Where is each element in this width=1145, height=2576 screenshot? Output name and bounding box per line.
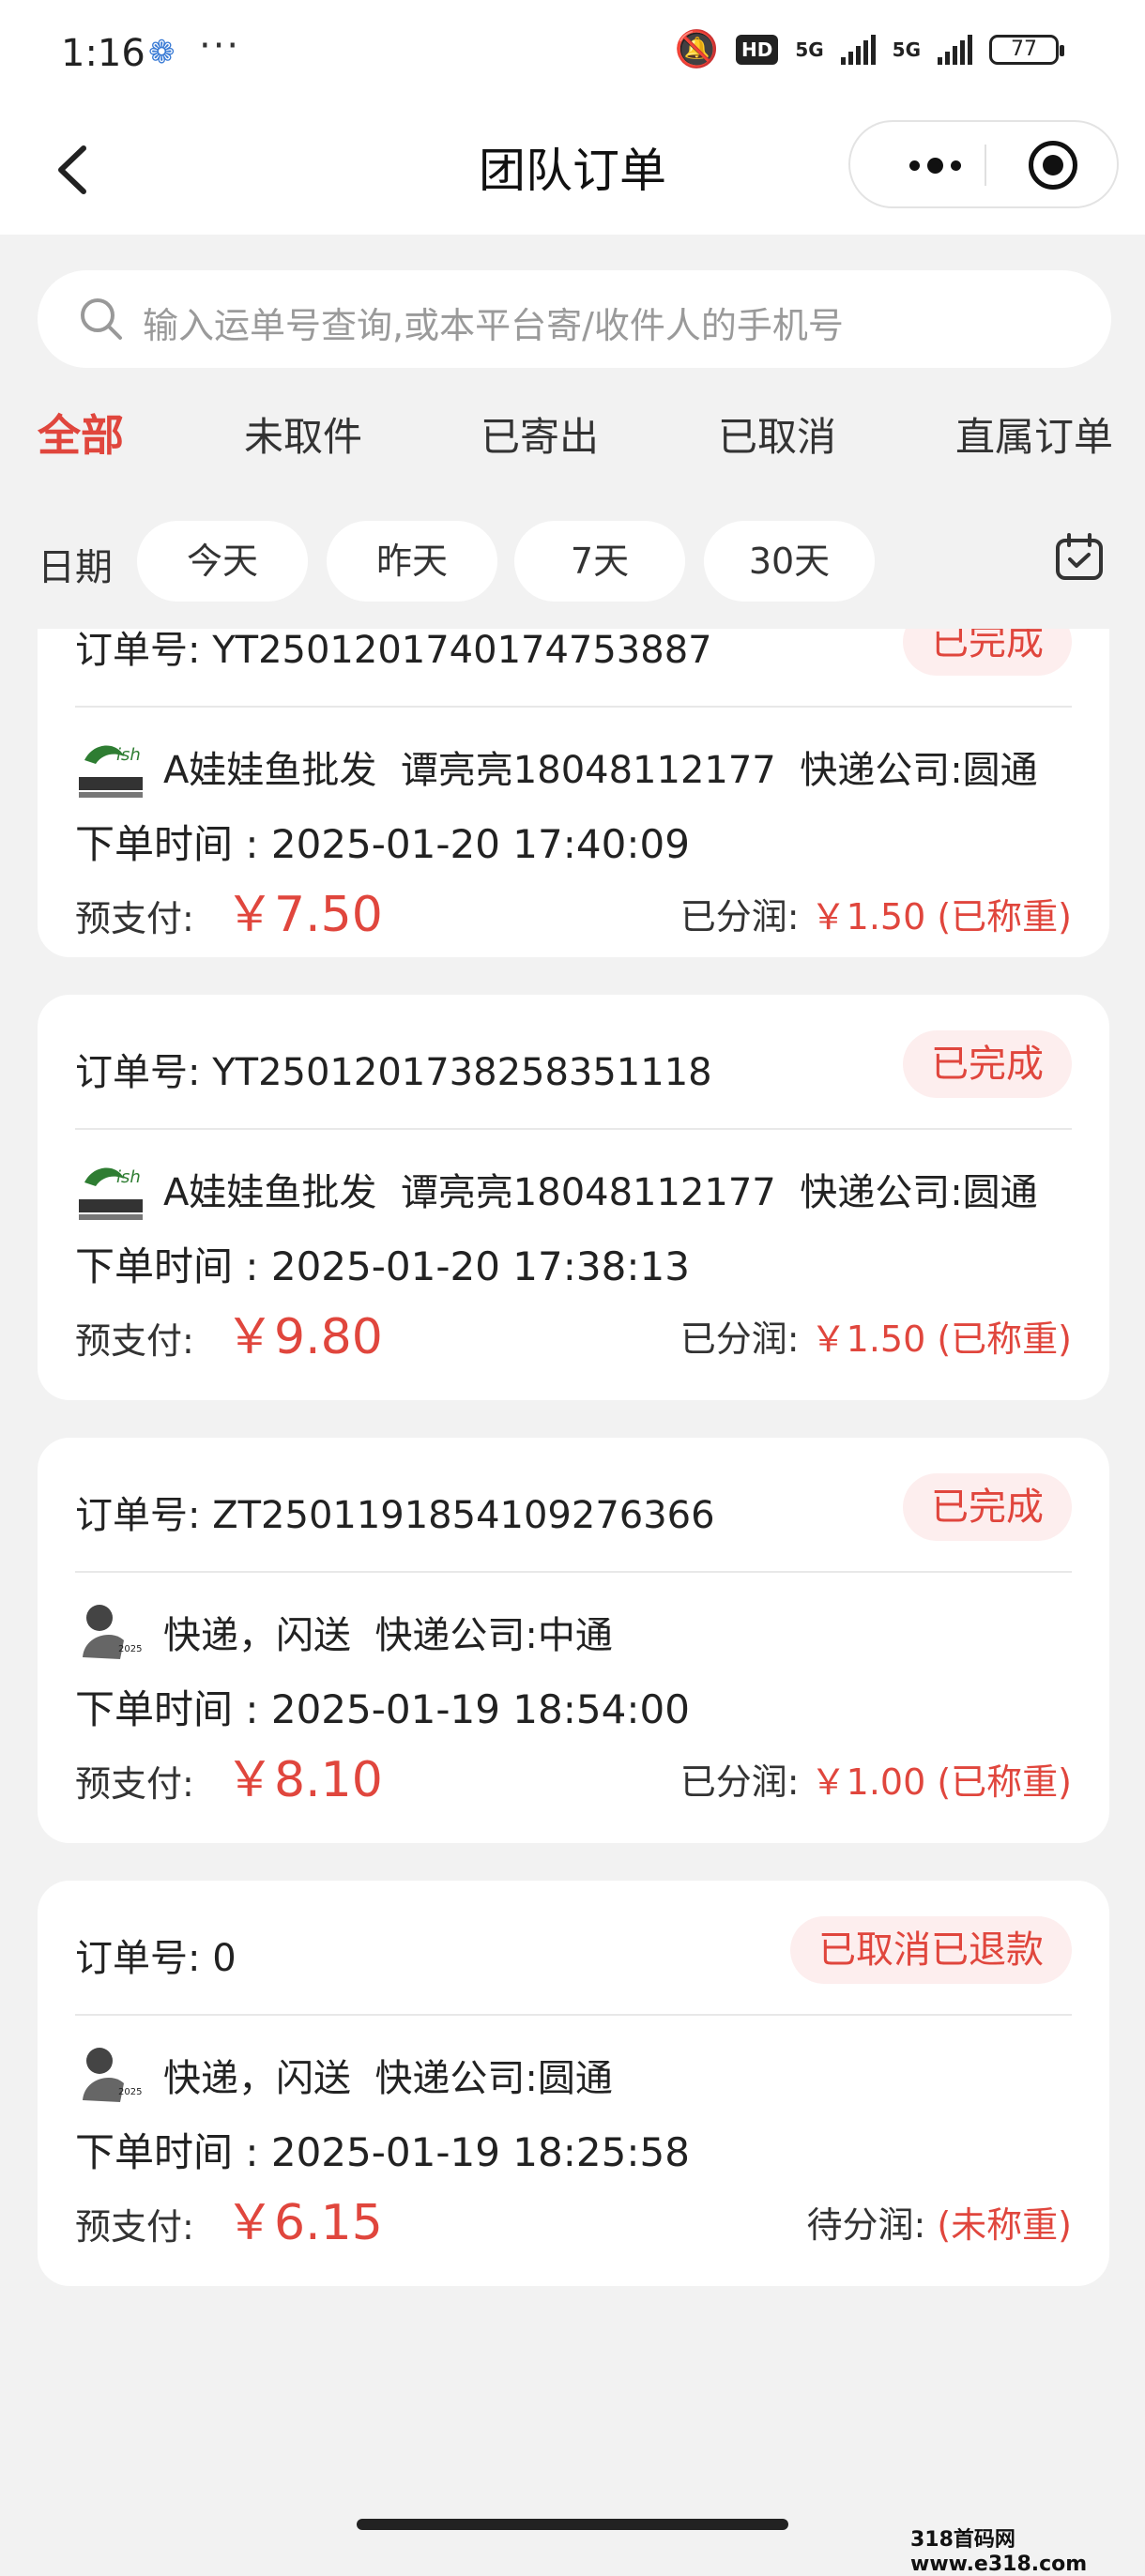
svg-text:ish: ish xyxy=(116,745,141,765)
order-card[interactable]: 订单号: YT2501201738258351118 已完成 ish A娃娃鱼批… xyxy=(38,995,1109,1400)
svg-text:ish: ish xyxy=(116,1167,141,1187)
prepay-amount: ￥9.80 xyxy=(225,1309,383,1365)
paw-icon: ❁ xyxy=(148,34,176,71)
status-bar: 1:16 ❁ ··· 🔕 HD 5G 5G 77 xyxy=(0,0,1145,113)
status-indicators: 🔕 HD 5G 5G 77 xyxy=(674,28,1064,70)
prepay-amount: ￥6.15 xyxy=(225,2195,383,2251)
order-number: 订单号: YT2501201740174753887 xyxy=(75,629,712,672)
close-miniprogram-button[interactable] xyxy=(1029,141,1077,190)
search-bar[interactable]: 输入运单号查询,或本平台寄/收件人的手机号 xyxy=(38,270,1111,368)
home-indicator[interactable] xyxy=(357,2519,788,2530)
tab-sent[interactable]: 已寄出 xyxy=(481,405,599,463)
status-badge: 已完成 xyxy=(903,1473,1072,1541)
prepay-label: 预支付: xyxy=(75,1763,194,1805)
card-divider xyxy=(75,706,1072,708)
network-type-1: 5G xyxy=(795,38,824,61)
more-button[interactable] xyxy=(888,139,982,191)
tab-all[interactable]: 全部 xyxy=(38,402,124,464)
order-time: 下单时间 : 2025-01-19 18:54:00 xyxy=(75,1686,690,1732)
prepay-amount: ￥7.50 xyxy=(225,887,383,943)
profit-info: 待分润: (未称重) xyxy=(806,2204,1072,2246)
order-time: 下单时间 : 2025-01-20 17:40:09 xyxy=(75,821,690,867)
svg-text:2025: 2025 xyxy=(118,2087,142,2097)
user-avatar-icon: 2025 xyxy=(75,1597,146,1669)
date-label: 日期 xyxy=(38,546,113,589)
battery-icon: 77 xyxy=(989,34,1064,65)
order-card[interactable]: 订单号: YT2501201740174753887 已完成 ish A娃娃鱼批… xyxy=(38,629,1109,957)
prepay-amount: ￥8.10 xyxy=(225,1752,383,1808)
order-time: 下单时间 : 2025-01-19 18:25:58 xyxy=(75,2129,690,2175)
shop-info: 快递，闪送 快递公司:圆通 xyxy=(163,2057,613,2100)
network-type-2: 5G xyxy=(892,38,921,61)
card-divider xyxy=(75,1571,1072,1573)
capsule-divider xyxy=(985,145,986,186)
mute-icon: 🔕 xyxy=(674,28,719,69)
tab-direct-orders[interactable]: 直属订单 xyxy=(955,405,1113,463)
order-number: 订单号: 0 xyxy=(75,1937,237,1980)
order-time: 下单时间 : 2025-01-20 17:38:13 xyxy=(75,1243,690,1289)
status-badge: 已取消已退款 xyxy=(790,1916,1072,1984)
signal-icon xyxy=(840,34,876,65)
miniprogram-capsule xyxy=(848,120,1119,208)
card-divider xyxy=(75,2014,1072,2016)
shop-info: A娃娃鱼批发 谭亮亮18048112177 快递公司:圆通 xyxy=(163,1171,1038,1214)
search-icon xyxy=(81,298,122,340)
shop-info: A娃娃鱼批发 谭亮亮18048112177 快递公司:圆通 xyxy=(163,749,1038,792)
watermark: 318首码网 www.e318.com xyxy=(910,2528,1088,2576)
tab-not-picked-up[interactable]: 未取件 xyxy=(244,405,362,463)
tab-cancelled[interactable]: 已取消 xyxy=(718,405,836,463)
hd-badge: HD xyxy=(735,34,779,65)
date-chip-today[interactable]: 今天 xyxy=(137,521,308,602)
profit-info: 已分润: ￥1.50 (已称重) xyxy=(679,1318,1072,1360)
prepay-label: 预支付: xyxy=(75,1320,194,1362)
profit-info: 已分润: ￥1.50 (已称重) xyxy=(679,896,1072,937)
prepay-label: 预支付: xyxy=(75,2206,194,2248)
order-number: 订单号: YT2501201738258351118 xyxy=(75,1051,712,1094)
signal-icon-2 xyxy=(938,34,972,65)
order-list: 订单号: YT2501201740174753887 已完成 ish A娃娃鱼批… xyxy=(0,629,1145,2459)
shop-logo-icon: ish xyxy=(75,732,146,803)
profit-info: 已分润: ￥1.00 (已称重) xyxy=(679,1761,1072,1803)
shop-info: 快递，闪送 快递公司:中通 xyxy=(163,1614,613,1657)
date-chip-yesterday[interactable]: 昨天 xyxy=(327,521,497,602)
calendar-icon[interactable] xyxy=(1053,531,1106,584)
user-avatar-icon: 2025 xyxy=(75,2040,146,2111)
status-badge: 已完成 xyxy=(903,629,1072,676)
status-badge: 已完成 xyxy=(903,1030,1072,1098)
prepay-label: 预支付: xyxy=(75,898,194,939)
date-chip-7days[interactable]: 7天 xyxy=(514,521,685,602)
search-input[interactable]: 输入运单号查询,或本平台寄/收件人的手机号 xyxy=(143,297,844,348)
card-divider xyxy=(75,1128,1072,1130)
order-card[interactable]: 订单号: 0 已取消已退款 2025 快递，闪送 快递公司:圆通 下单时间 : … xyxy=(38,1881,1109,2286)
order-card[interactable]: 订单号: ZT2501191854109276366 已完成 2025 快递，闪… xyxy=(38,1438,1109,1843)
svg-text:2025: 2025 xyxy=(118,1644,142,1654)
shop-logo-icon: ish xyxy=(75,1154,146,1226)
order-number: 订单号: ZT2501191854109276366 xyxy=(75,1494,715,1537)
date-chip-30days[interactable]: 30天 xyxy=(704,521,875,602)
nav-bar: 团队订单 xyxy=(0,113,1145,235)
status-more-dots: ··· xyxy=(199,24,241,68)
status-time: 1:16 xyxy=(61,32,145,75)
